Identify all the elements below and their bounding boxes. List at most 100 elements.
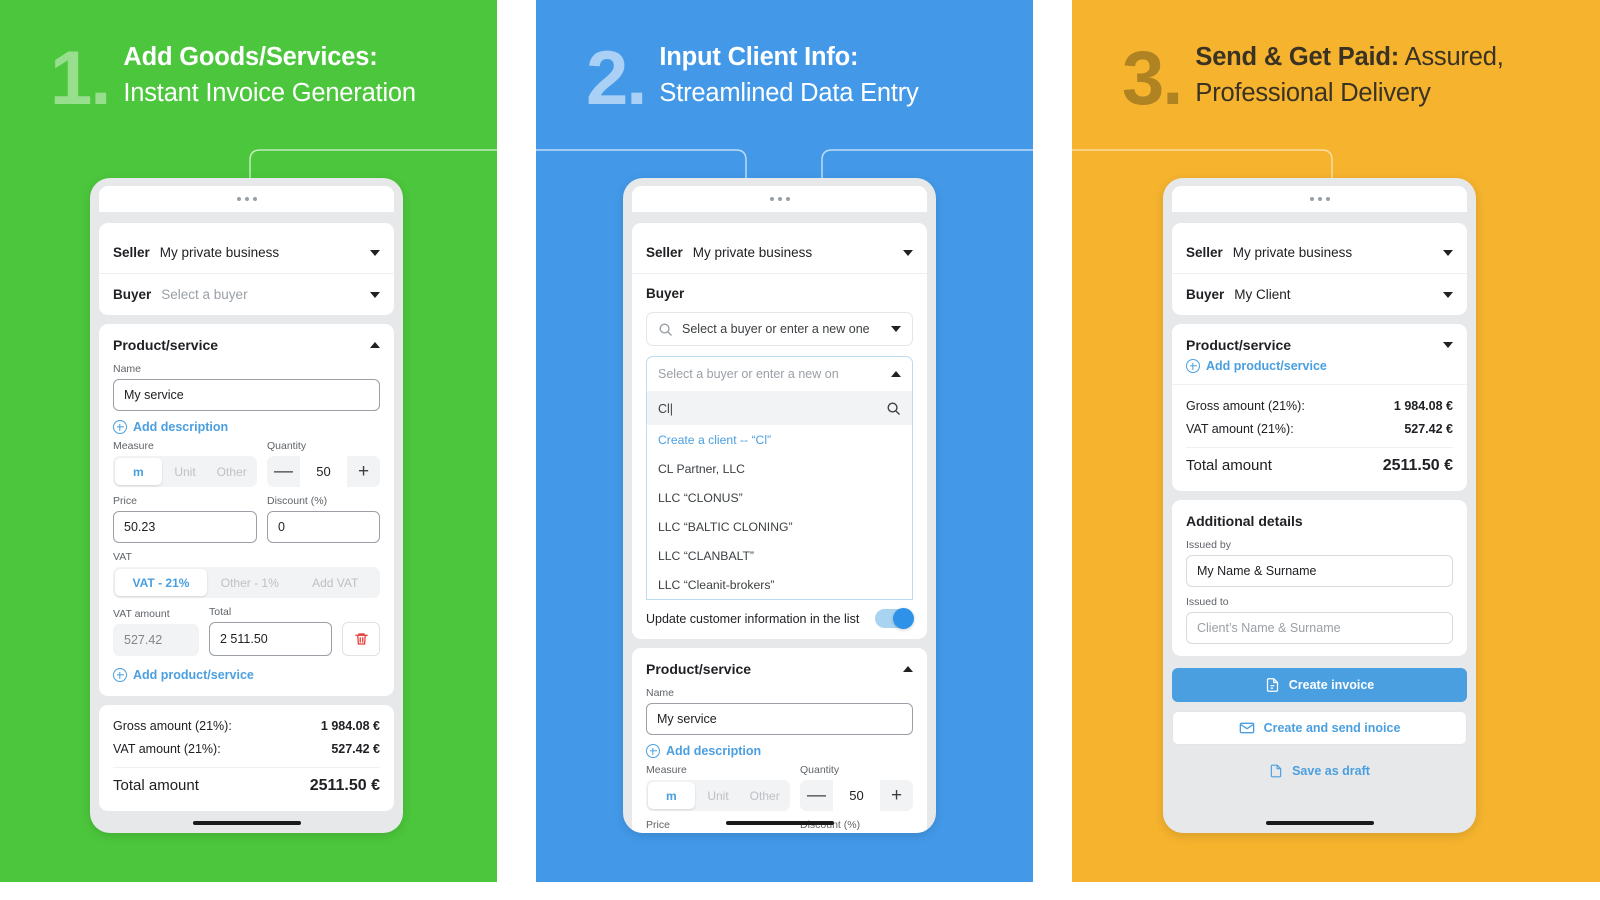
vat-option-other[interactable]: Other - 1% xyxy=(207,569,293,596)
buyer-row-1[interactable]: Buyer Select a buyer xyxy=(99,274,394,315)
issued-to-input[interactable]: Client’s Name & Surname xyxy=(1186,612,1453,644)
quantity-increment-button[interactable]: + xyxy=(880,780,913,811)
dropdown-option[interactable]: LLC “Cleanit-brokers” xyxy=(647,570,912,599)
gross-value: 1 984.08 € xyxy=(1393,399,1453,413)
chevron-down-icon[interactable] xyxy=(903,249,913,256)
total-label: Total xyxy=(209,606,232,618)
name-input[interactable]: My service xyxy=(113,379,380,411)
step-3-title: Send & Get Paid: Assured, Professional D… xyxy=(1195,39,1600,111)
create-invoice-button[interactable]: Create invoice xyxy=(1172,668,1467,702)
dropdown-header[interactable]: Select a buyer or enter a new on xyxy=(647,357,912,392)
quantity-increment-button[interactable]: + xyxy=(347,456,380,487)
measure-segmented-control[interactable]: m Unit Other xyxy=(113,456,257,487)
add-product-label: Add product/service xyxy=(133,668,254,682)
add-description-link-2[interactable]: Add description xyxy=(646,744,913,758)
dropdown-option[interactable]: LLC “BALTIC CLONING” xyxy=(647,512,912,541)
step-3-heading: 3. Send & Get Paid: Assured, Professiona… xyxy=(1072,0,1600,150)
totals-card-1: Gross amount (21%): 1 984.08 € VAT amoun… xyxy=(99,705,394,811)
update-customer-label: Update customer information in the list xyxy=(646,611,860,626)
search-icon xyxy=(659,323,672,336)
dropdown-option[interactable]: CL Partner, LLC xyxy=(647,454,912,483)
save-as-draft-button[interactable]: Save as draft xyxy=(1172,754,1467,788)
delete-line-button[interactable] xyxy=(342,622,380,656)
quantity-stepper[interactable]: — 50 + xyxy=(800,780,913,811)
create-invoice-label: Create invoice xyxy=(1288,678,1375,692)
product-section-header-2[interactable]: Product/service xyxy=(632,648,927,687)
buyer-label: Buyer xyxy=(646,286,685,301)
chevron-up-icon[interactable] xyxy=(370,342,380,348)
additional-details-header: Additional details xyxy=(1172,500,1467,539)
chevron-up-icon[interactable] xyxy=(891,371,901,377)
measure-option-other[interactable]: Other xyxy=(208,458,255,485)
product-section-header-1[interactable]: Product/service xyxy=(99,324,394,363)
vat-amount-group-1: VAT amount 527.42 xyxy=(113,608,199,656)
envelope-icon xyxy=(1239,722,1254,734)
parties-card-3: Seller My private business Buyer My Clie… xyxy=(1172,223,1467,315)
vat-sum-row-1: VAT amount (21%): 527.42 € xyxy=(113,740,380,758)
trash-icon xyxy=(354,633,368,645)
seller-label: Seller xyxy=(646,245,683,260)
step-2-title-rest: Streamlined Data Entry xyxy=(659,79,919,107)
total-amount-label: Total amount xyxy=(1186,457,1272,474)
update-customer-switch[interactable] xyxy=(875,608,914,629)
total-amount-row-1: Total amount 2511.50 € xyxy=(113,777,380,795)
dropdown-search-field[interactable]: Cl| xyxy=(647,392,912,425)
quantity-decrement-button[interactable]: — xyxy=(267,456,300,487)
buyer-row-3[interactable]: Buyer My Client xyxy=(1172,274,1467,315)
measure-option-unit[interactable]: Unit xyxy=(695,782,742,809)
seller-row-2[interactable]: Seller My private business xyxy=(632,232,927,274)
chevron-down-icon[interactable] xyxy=(1443,342,1453,348)
total-group-1: Total 2 511.50 xyxy=(209,606,332,656)
dropdown-create-option[interactable]: Create a client -- “Cl” xyxy=(647,425,912,454)
infographic-stage: 1. Add Goods/Services: Instant Invoice G… xyxy=(0,0,1600,900)
vat-option-add[interactable]: Add VAT xyxy=(293,569,379,596)
create-and-send-button[interactable]: Create and send inoice xyxy=(1172,711,1467,745)
create-and-send-label: Create and send inoice xyxy=(1263,721,1401,735)
dropdown-option[interactable]: LLC “CLANBALT” xyxy=(647,541,912,570)
add-product-link-1[interactable]: Add product/service xyxy=(113,668,380,682)
additional-details-title: Additional details xyxy=(1186,513,1303,529)
add-description-link-1[interactable]: Add description xyxy=(113,420,380,434)
add-product-wrap-3: Add product/service xyxy=(1172,359,1467,384)
buyer-dropdown: Select a buyer or enter a new on Cl| Cre… xyxy=(646,356,913,600)
chevron-down-icon[interactable] xyxy=(891,326,901,332)
discount-label: Discount (%) xyxy=(267,495,328,507)
measure-option-unit[interactable]: Unit xyxy=(162,458,209,485)
name-input[interactable]: My service xyxy=(646,703,913,735)
measure-option-m[interactable]: m xyxy=(115,458,162,485)
notch-dot-icon xyxy=(777,197,782,201)
quantity-decrement-button[interactable]: — xyxy=(800,780,833,811)
update-customer-toggle-row[interactable]: Update customer information in the list xyxy=(632,600,927,639)
add-product-link-3[interactable]: Add product/service xyxy=(1186,359,1453,373)
measure-option-m[interactable]: m xyxy=(648,782,695,809)
quantity-value[interactable]: 50 xyxy=(833,780,880,811)
price-input[interactable]: 50.23 xyxy=(113,511,257,543)
issued-by-input[interactable]: My Name & Surname xyxy=(1186,555,1453,587)
chevron-down-icon[interactable] xyxy=(1443,249,1453,256)
seller-row-1[interactable]: Seller My private business xyxy=(99,232,394,274)
total-amount-value: 2511.50 € xyxy=(309,777,380,794)
totals-block-3: Gross amount (21%): 1 984.08 € VAT amoun… xyxy=(1172,385,1467,491)
product-section-header-3[interactable]: Product/service xyxy=(1172,324,1467,357)
discount-input[interactable]: 0 xyxy=(267,511,380,543)
parties-card-1: Seller My private business Buyer Select … xyxy=(99,223,394,315)
chevron-down-icon[interactable] xyxy=(370,291,380,298)
dropdown-option[interactable]: LLC “CLONUS” xyxy=(647,483,912,512)
measure-segmented-control[interactable]: m Unit Other xyxy=(646,780,790,811)
quantity-value[interactable]: 50 xyxy=(300,456,347,487)
chevron-down-icon[interactable] xyxy=(370,249,380,256)
seller-row-3[interactable]: Seller My private business xyxy=(1172,232,1467,274)
phone-screen-3: Seller My private business Buyer My Clie… xyxy=(1163,178,1476,833)
vat-option-21[interactable]: VAT - 21% xyxy=(115,569,207,596)
phone-3-notch xyxy=(1172,186,1467,212)
total-input[interactable]: 2 511.50 xyxy=(209,622,332,656)
measure-option-other[interactable]: Other xyxy=(741,782,788,809)
chevron-down-icon[interactable] xyxy=(1443,291,1453,298)
add-description-label: Add description xyxy=(133,420,229,434)
buyer-combobox[interactable]: Select a buyer or enter a new one xyxy=(646,312,913,346)
measure-group-2: Measure m Unit Other xyxy=(646,764,790,811)
quantity-stepper[interactable]: — 50 + xyxy=(267,456,380,487)
price-label: Price xyxy=(113,495,137,507)
vat-segmented-control[interactable]: VAT - 21% Other - 1% Add VAT xyxy=(113,567,380,598)
chevron-up-icon[interactable] xyxy=(903,666,913,672)
